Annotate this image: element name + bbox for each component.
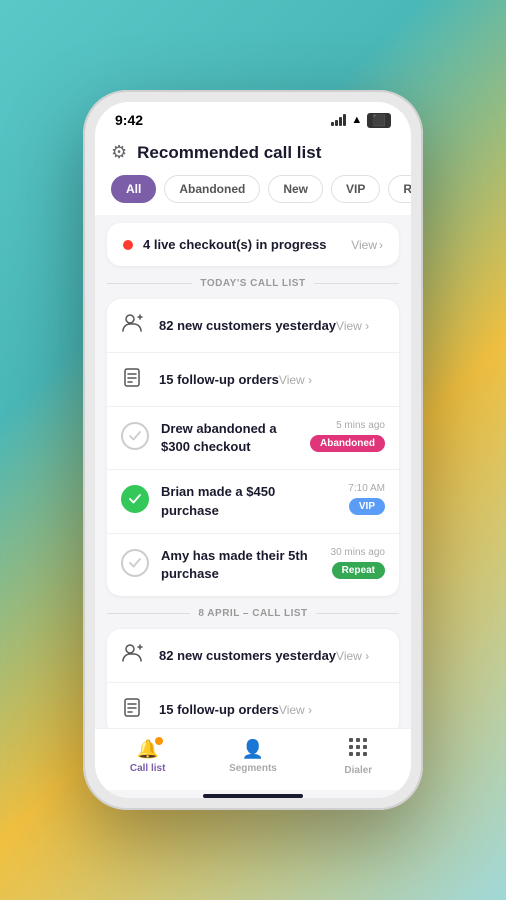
- amy-item: Amy has made their 5th purchase 30 mins …: [107, 534, 399, 596]
- drew-item: Drew abandoned a $300 checkout 5 mins ag…: [107, 407, 399, 470]
- page-title: Recommended call list: [137, 143, 321, 163]
- drew-name: Drew abandoned a $300 checkout: [161, 420, 298, 456]
- new-customers-view[interactable]: View ›: [336, 319, 369, 333]
- amy-time: 30 mins ago: [331, 547, 385, 558]
- battery-icon: ⬛: [367, 113, 391, 128]
- today-section-label: TODAY'S CALL LIST: [200, 278, 305, 289]
- brian-info: Brian made a $450 purchase: [161, 483, 336, 519]
- brian-badge: VIP: [349, 498, 385, 515]
- follow-up-text: 15 follow-up orders: [159, 372, 279, 387]
- amy-name: Amy has made their 5th purchase: [161, 547, 319, 583]
- drew-info: Drew abandoned a $300 checkout: [161, 420, 298, 456]
- brian-meta: 7:10 AM VIP: [348, 483, 385, 515]
- dialer-icon: [348, 737, 368, 762]
- live-banner-text: 4 live checkout(s) in progress: [143, 237, 351, 252]
- call-list-label: Call list: [130, 763, 166, 774]
- notification-dot: [155, 737, 163, 745]
- follow-up-row: 15 follow-up orders View ›: [107, 353, 399, 407]
- filter-vip[interactable]: VIP: [331, 175, 380, 203]
- call-list-icon: 🔔: [136, 739, 158, 760]
- today-divider: TODAY'S CALL LIST: [107, 278, 399, 289]
- nav-call-list[interactable]: 🔔 Call list: [118, 739, 178, 774]
- signal-icon: [331, 114, 346, 126]
- nav-segments[interactable]: 👤 Segments: [223, 739, 283, 774]
- home-indicator: [203, 794, 303, 798]
- follow-up-view[interactable]: View ›: [279, 373, 312, 387]
- today-card: 82 new customers yesterday View › 15 fol…: [107, 299, 399, 596]
- filter-bar: All Abandoned New VIP Repeat: [95, 175, 411, 215]
- april-section-label: 8 APRIL – CALL LIST: [198, 608, 307, 619]
- april-follow-up-row: 15 follow-up orders View ›: [107, 683, 399, 728]
- filter-new[interactable]: New: [268, 175, 323, 203]
- segments-label: Segments: [229, 763, 277, 774]
- follow-up-icon: [121, 366, 149, 393]
- live-dot: [123, 240, 133, 250]
- filter-all[interactable]: All: [111, 175, 156, 203]
- filter-abandoned[interactable]: Abandoned: [164, 175, 260, 203]
- april-card: 82 new customers yesterday View › 15 fol…: [107, 629, 399, 728]
- gear-icon[interactable]: ⚙: [111, 142, 127, 163]
- april-follow-up-text: 15 follow-up orders: [159, 702, 279, 717]
- bottom-nav: 🔔 Call list 👤 Segments: [95, 728, 411, 790]
- phone-screen: 9:42 ▲ ⬛ ⚙ Recommended call list All Aba…: [95, 102, 411, 798]
- april-follow-up-view[interactable]: View ›: [279, 703, 312, 717]
- drew-time: 5 mins ago: [336, 420, 385, 431]
- april-new-customers-view[interactable]: View ›: [336, 649, 369, 663]
- nav-dialer[interactable]: Dialer: [328, 737, 388, 776]
- filter-repeat[interactable]: Repeat: [388, 175, 411, 203]
- content-area: 4 live checkout(s) in progress View › TO…: [95, 215, 411, 728]
- status-icons: ▲ ⬛: [331, 113, 391, 128]
- live-view-link[interactable]: View ›: [351, 238, 383, 252]
- new-customers-row: 82 new customers yesterday View ›: [107, 299, 399, 353]
- wifi-icon: ▲: [351, 114, 362, 126]
- brian-time: 7:10 AM: [348, 483, 385, 494]
- april-divider: 8 APRIL – CALL LIST: [107, 608, 399, 619]
- drew-badge: Abandoned: [310, 435, 385, 452]
- amy-check[interactable]: [121, 549, 149, 577]
- april-follow-up-icon: [121, 696, 149, 723]
- phone-frame: 9:42 ▲ ⬛ ⚙ Recommended call list All Aba…: [83, 90, 423, 810]
- april-new-customers-icon: [121, 642, 149, 669]
- drew-meta: 5 mins ago Abandoned: [310, 420, 385, 452]
- segments-icon: 👤: [242, 739, 264, 760]
- new-customers-text: 82 new customers yesterday: [159, 318, 336, 333]
- amy-badge: Repeat: [332, 562, 385, 579]
- april-new-customers-row: 82 new customers yesterday View ›: [107, 629, 399, 683]
- amy-meta: 30 mins ago Repeat: [331, 547, 385, 579]
- brian-check[interactable]: [121, 485, 149, 513]
- page-header: ⚙ Recommended call list: [95, 134, 411, 175]
- brian-name: Brian made a $450 purchase: [161, 483, 336, 519]
- live-banner: 4 live checkout(s) in progress View ›: [107, 223, 399, 266]
- amy-info: Amy has made their 5th purchase: [161, 547, 319, 583]
- status-bar: 9:42 ▲ ⬛: [95, 102, 411, 134]
- drew-check[interactable]: [121, 422, 149, 450]
- april-new-customers-text: 82 new customers yesterday: [159, 648, 336, 663]
- dialer-label: Dialer: [344, 765, 372, 776]
- brian-item: Brian made a $450 purchase 7:10 AM VIP: [107, 470, 399, 533]
- new-customers-icon: [121, 312, 149, 339]
- status-time: 9:42: [115, 112, 143, 128]
